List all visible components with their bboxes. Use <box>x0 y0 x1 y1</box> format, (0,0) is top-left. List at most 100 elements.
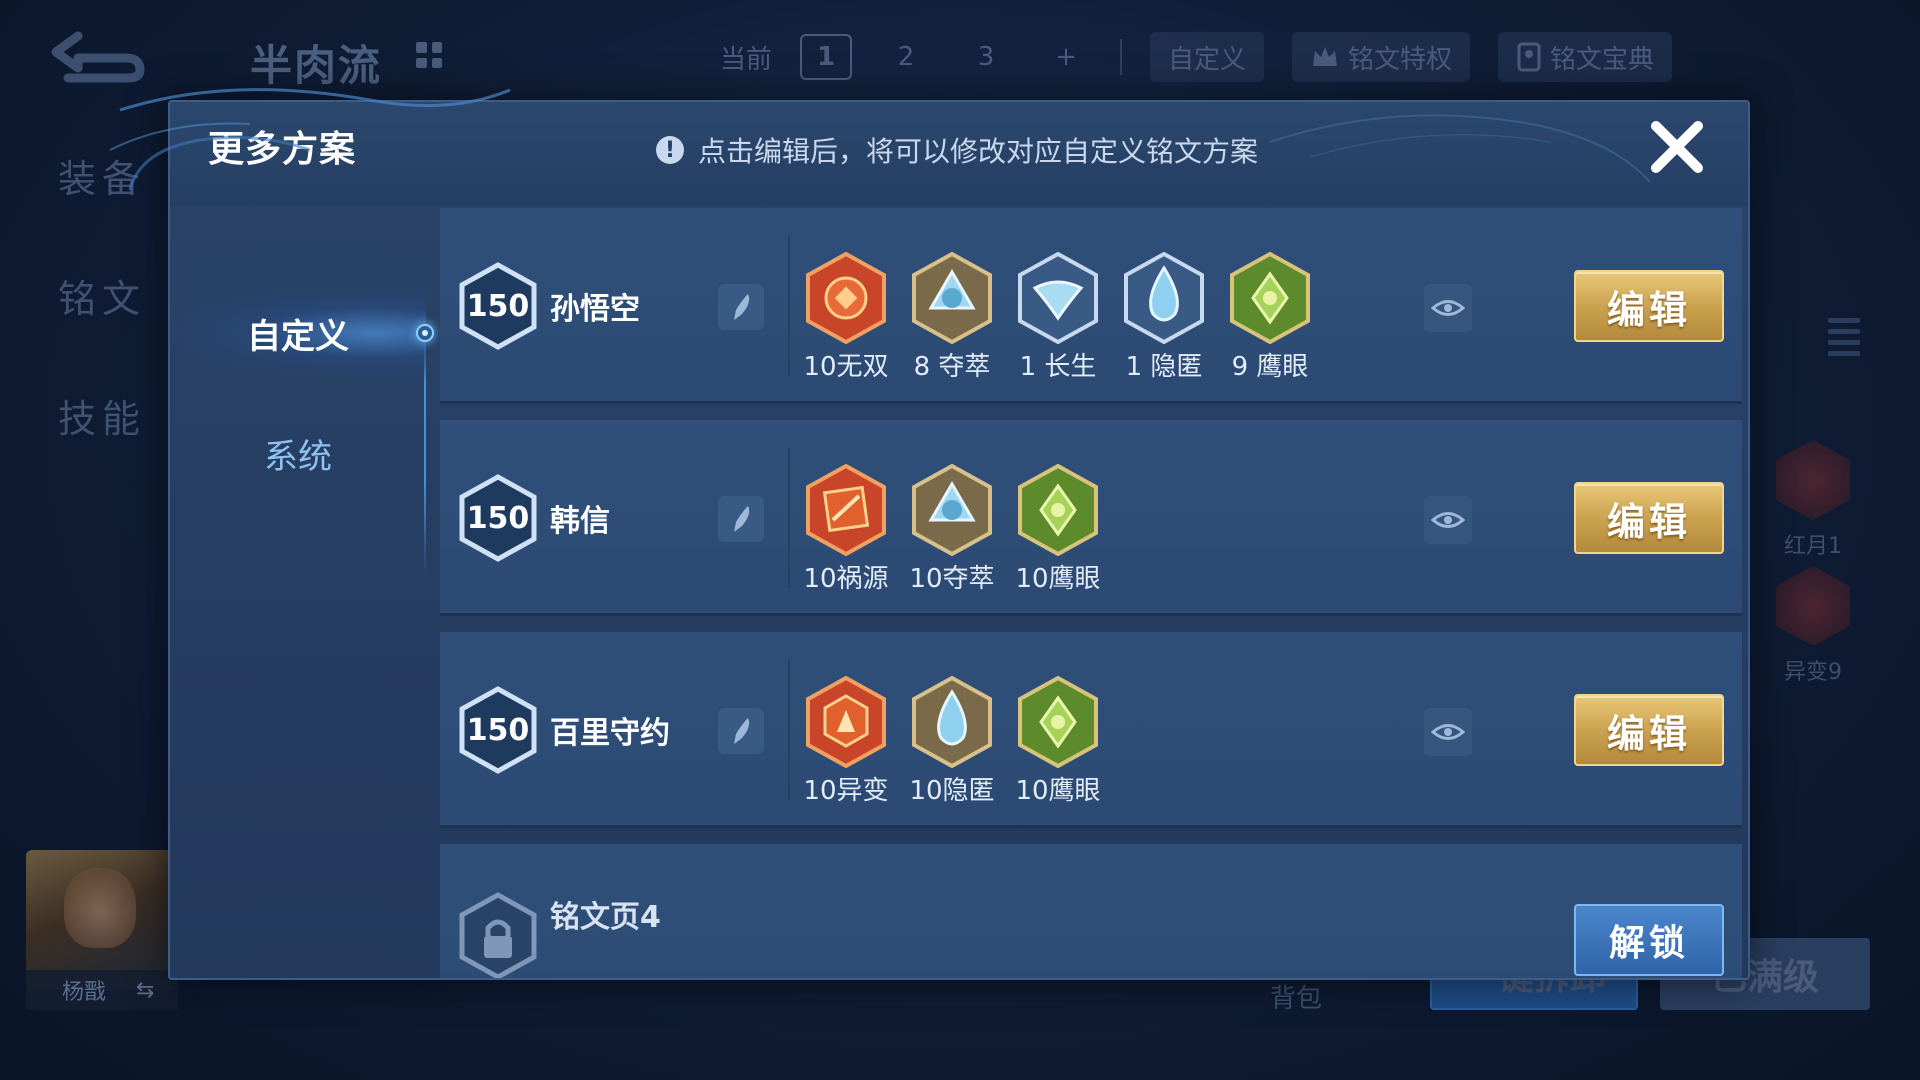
build-title: 半肉流 <box>250 41 383 90</box>
info-icon: ! <box>656 136 684 164</box>
rune-item[interactable]: 10鹰眼 <box>1015 676 1101 807</box>
changsheng-rune-icon <box>1017 252 1099 344</box>
level-value: 150 <box>466 500 530 536</box>
rune-label: 10夺萃 <box>909 564 995 594</box>
lock-icon <box>459 892 537 978</box>
preview-button[interactable] <box>1424 284 1472 332</box>
custom-label: 自定义 <box>1168 44 1247 75</box>
rune-label: 10鹰眼 <box>1015 564 1101 594</box>
guide-button[interactable]: 铭文宝典 <box>1498 32 1673 82</box>
back-arrow-icon[interactable] <box>48 30 152 84</box>
rune-item[interactable]: 10祸源 <box>803 464 889 595</box>
plan-category-nav: 自定义 系统 <box>170 206 434 978</box>
rune-item[interactable]: 1 长生 <box>1016 252 1100 383</box>
eye-icon <box>1431 724 1465 740</box>
rune-label: 1 长生 <box>1019 352 1097 382</box>
rename-button[interactable] <box>718 708 764 754</box>
plan-list: 150 孙悟空 10无双 8 夺萃 1 长生 1 隐匿 9 鹰眼 编辑 150 … <box>440 208 1744 978</box>
divider <box>788 236 790 376</box>
hero-name: 杨戬 <box>62 980 107 1005</box>
crown-icon <box>1313 47 1338 66</box>
grid-icon[interactable] <box>412 38 446 72</box>
dialog-header: 更多方案 ! 点击编辑后，将可以修改对应自定义铭文方案 <box>170 102 1748 206</box>
privilege-label: 铭文特权 <box>1348 44 1453 75</box>
rune-label: 10无双 <box>803 352 889 382</box>
duocui-rune-icon <box>911 252 993 344</box>
privilege-button[interactable]: 铭文特权 <box>1292 32 1471 82</box>
side-tab-equipment[interactable]: 装备 <box>58 148 146 203</box>
rune-item[interactable]: 8 夺萃 <box>910 252 994 383</box>
pen-icon <box>734 506 750 532</box>
dialog-title: 更多方案 <box>208 129 357 170</box>
eye-icon <box>1431 300 1465 316</box>
add-page-button[interactable]: + <box>1040 42 1092 72</box>
locked-plan-row: 铭文页4 解锁 <box>440 844 1742 978</box>
tab-page-2[interactable]: 2 <box>880 42 932 72</box>
preview-button[interactable] <box>1424 708 1472 756</box>
yinni-rune-icon <box>1123 252 1205 344</box>
side-tab-skills[interactable]: 技能 <box>58 388 146 443</box>
menu-icon[interactable] <box>1828 318 1860 358</box>
plan-name: 百里守约 <box>550 716 670 751</box>
rune-label: 10隐匿 <box>909 776 995 806</box>
divider <box>1120 39 1123 75</box>
book-icon <box>1517 42 1541 72</box>
rune-label: 1 隐匿 <box>1125 352 1203 382</box>
rune-item[interactable]: 10异变 <box>803 676 889 807</box>
rune-item[interactable]: 10鹰眼 <box>1015 464 1101 595</box>
rune-item[interactable]: 10隐匿 <box>909 676 995 807</box>
plan-row: 150 百里守约 10异变 10隐匿 10鹰眼 编辑 <box>440 632 1742 828</box>
yingyan-rune-icon <box>1017 676 1099 768</box>
rename-button[interactable] <box>718 284 764 330</box>
edit-button[interactable]: 编辑 <box>1574 694 1724 766</box>
page-tabs: 当前 1 2 3 + 自定义 铭文特权 铭文宝典 <box>720 32 1673 82</box>
close-icon[interactable] <box>1646 116 1708 178</box>
level-value: 150 <box>466 288 530 324</box>
side-tab-runes[interactable]: 铭文 <box>58 268 146 323</box>
active-indicator-dot <box>416 324 434 342</box>
divider <box>788 660 790 800</box>
custom-button[interactable]: 自定义 <box>1150 32 1265 82</box>
rune-item[interactable]: 1 隐匿 <box>1122 252 1206 383</box>
preview-button[interactable] <box>1424 496 1472 544</box>
right-rune-label-2: 异变9 <box>1784 660 1842 685</box>
rename-button[interactable] <box>718 496 764 542</box>
yingyan-rune-icon <box>1229 252 1311 344</box>
locked-page-name: 铭文页4 <box>550 900 661 935</box>
nav-system[interactable]: 系统 <box>170 408 426 498</box>
edit-button[interactable]: 编辑 <box>1574 270 1724 342</box>
swap-icon[interactable]: ⇆ <box>136 978 154 1003</box>
yibian-rune-icon <box>805 676 887 768</box>
level-badge: 150 <box>458 474 538 562</box>
pen-icon <box>734 718 750 744</box>
tab-page-3[interactable]: 3 <box>960 42 1012 72</box>
rune-list: 10祸源 10夺萃 10鹰眼 <box>803 464 1101 595</box>
rune-label: 8 夺萃 <box>913 352 991 382</box>
right-rune-label-1: 红月1 <box>1784 534 1842 559</box>
rune-item[interactable]: 10夺萃 <box>909 464 995 595</box>
level-badge: 150 <box>458 262 538 350</box>
level-value: 150 <box>466 712 530 748</box>
more-plans-dialog: 更多方案 ! 点击编辑后，将可以修改对应自定义铭文方案 自定义 系统 150 孙… <box>168 100 1750 980</box>
lock-badge <box>458 892 538 978</box>
bag-label: 背包 <box>1270 984 1323 1014</box>
rune-label: 10鹰眼 <box>1015 776 1101 806</box>
rune-label: 9 鹰眼 <box>1231 352 1309 382</box>
edit-button[interactable]: 编辑 <box>1574 482 1724 554</box>
nav-custom[interactable]: 自定义 <box>170 288 426 378</box>
duocui-rune-icon <box>911 464 993 556</box>
mutation-rune-icon[interactable] <box>1776 566 1850 646</box>
tab-current[interactable]: 当前 <box>720 39 772 76</box>
red-moon-rune-icon[interactable] <box>1776 440 1850 520</box>
decorative-swirl-icon <box>1270 114 1651 183</box>
tab-page-1[interactable]: 1 <box>800 34 853 80</box>
rune-list: 10无双 8 夺萃 1 长生 1 隐匿 9 鹰眼 <box>803 252 1312 383</box>
wushuang-rune-icon <box>805 252 887 344</box>
hero-avatar[interactable] <box>26 850 178 990</box>
rune-item[interactable]: 10无双 <box>803 252 889 383</box>
unlock-button[interactable]: 解锁 <box>1574 904 1724 976</box>
hero-name-bar[interactable]: 杨戬 ⇆ <box>26 970 178 1010</box>
plan-row: 150 孙悟空 10无双 8 夺萃 1 长生 1 隐匿 9 鹰眼 编辑 <box>440 208 1742 404</box>
plan-row: 150 韩信 10祸源 10夺萃 10鹰眼 编辑 <box>440 420 1742 616</box>
rune-item[interactable]: 9 鹰眼 <box>1228 252 1312 383</box>
